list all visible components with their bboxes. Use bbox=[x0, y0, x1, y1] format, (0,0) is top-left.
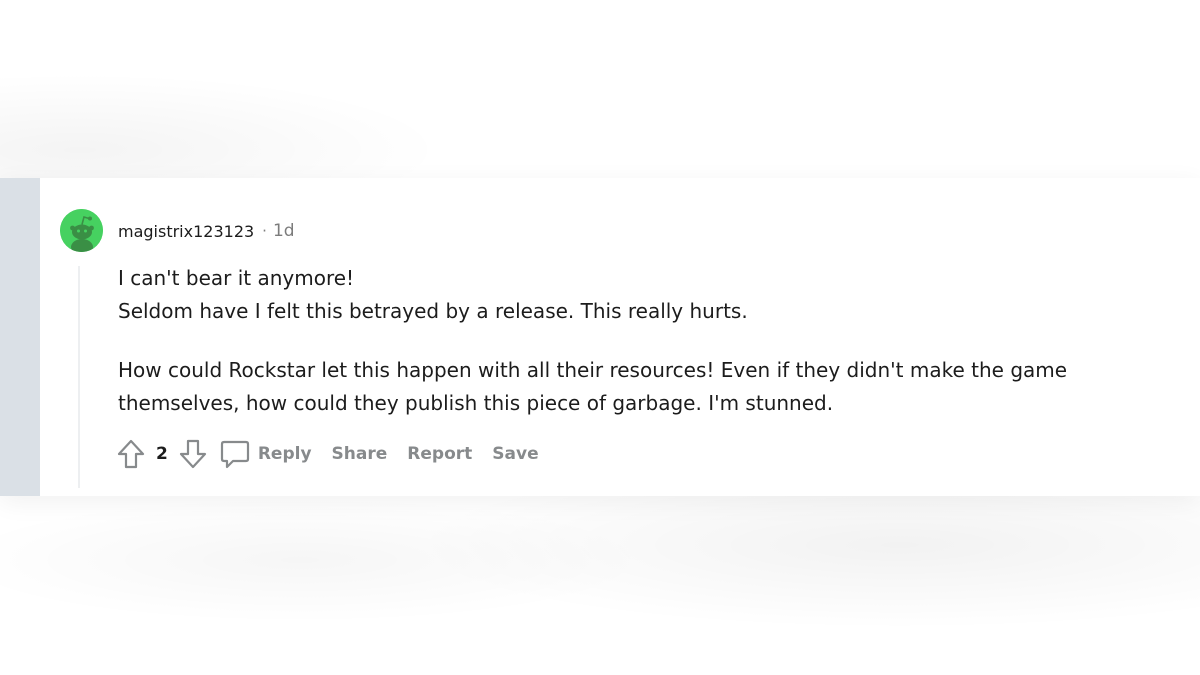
arrow-down-icon bbox=[179, 439, 206, 469]
thread-gutter bbox=[0, 178, 40, 496]
comment: magistrix123123 · 1d I can't bear it any… bbox=[0, 178, 1200, 496]
save-button[interactable]: Save bbox=[492, 444, 538, 464]
comment-line: I can't bear it anymore! bbox=[118, 266, 355, 290]
comment-paragraph: How could Rockstar let this happen with … bbox=[118, 358, 1068, 415]
avatar[interactable] bbox=[60, 209, 103, 252]
reply-label: Reply bbox=[257, 444, 312, 464]
comment-meta: magistrix123123 · 1d bbox=[118, 220, 295, 242]
report-button[interactable]: Report bbox=[407, 444, 472, 464]
comment-actions: 2 Reply Share Report Save bbox=[114, 436, 559, 472]
upvote-button[interactable] bbox=[114, 437, 148, 471]
reply-button[interactable]: Reply bbox=[218, 437, 312, 471]
arrow-up-icon bbox=[117, 439, 145, 469]
comment-line: Seldom have I felt this betrayed by a re… bbox=[118, 299, 748, 323]
downvote-button[interactable] bbox=[176, 437, 210, 471]
speech-bubble-icon bbox=[220, 440, 249, 469]
comment-body: I can't bear it anymore! Seldom have I f… bbox=[118, 262, 1158, 420]
share-button[interactable]: Share bbox=[332, 444, 388, 464]
snoo-avatar-icon bbox=[60, 209, 103, 252]
reply-icon-wrap bbox=[218, 437, 252, 471]
vote-score: 2 bbox=[156, 444, 168, 464]
comment-timestamp[interactable]: 1d bbox=[273, 221, 295, 241]
author-username[interactable]: magistrix123123 bbox=[118, 222, 254, 241]
meta-separator: · bbox=[262, 222, 267, 240]
thread-collapse-line[interactable] bbox=[78, 266, 80, 488]
